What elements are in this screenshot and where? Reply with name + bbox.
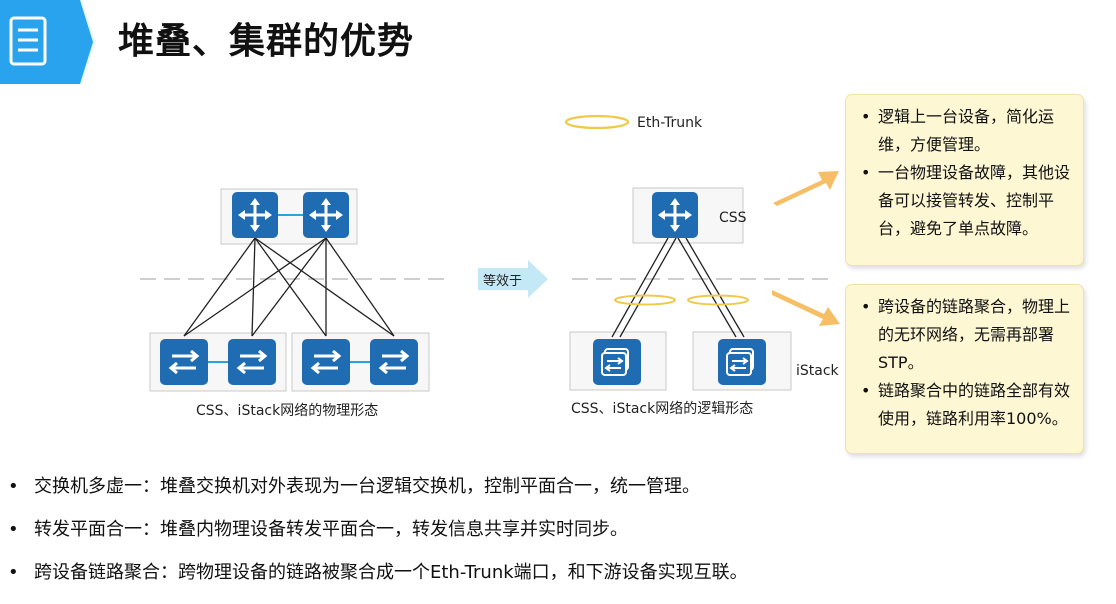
advantage-list: 交换机多虚一：堆叠交换机对外表现为一台逻辑交换机，控制平面合一，统一管理。 转发… [0, 472, 1116, 601]
istack-switch-icon [592, 338, 642, 386]
access-switch-icon [226, 337, 278, 387]
css-label: CSS [719, 210, 747, 226]
list-item: 跨设备链路聚合：跨物理设备的链路被聚合成一个Eth-Trunk端口，和下游设备实… [0, 558, 1116, 601]
access-switch-icon [158, 337, 210, 387]
list-item: 转发平面合一：堆叠内物理设备转发平面合一，转发信息共享并实时同步。 [0, 515, 1116, 558]
callout-benefits-link: 跨设备的链路聚合，物理上的无环网络，无需再部署STP。 链路聚合中的链路全部有效… [845, 284, 1084, 454]
core-router-icon [230, 190, 280, 240]
callout-item: 一台物理设备故障，其他设备可以接管转发、控制平台，避免了单点故障。 [856, 159, 1073, 243]
equivalent-label: 等效于 [483, 274, 523, 289]
eth-trunk-ring [687, 294, 749, 306]
physical-caption: CSS、iStack网络的物理形态 [196, 403, 379, 419]
physical-links [183, 237, 395, 337]
access-switch-icon [368, 337, 420, 387]
page-title: 堆叠、集群的优势 [118, 21, 415, 62]
callout-benefits-logical: 逻辑上一台设备，简化运维，方便管理。 一台物理设备故障，其他设备可以接管转发、控… [845, 94, 1084, 266]
logical-links [611, 237, 745, 338]
callout-arrow-icon [772, 290, 840, 326]
legend-ring-icon [564, 114, 630, 130]
access-switch-icon [300, 337, 352, 387]
istack-switch-icon [717, 338, 767, 386]
callout-arrow-icon [773, 171, 839, 206]
legend-label: Eth-Trunk [637, 115, 703, 131]
css-router-icon [650, 190, 700, 240]
istack-label: iStack [796, 363, 839, 379]
logical-caption: CSS、iStack网络的逻辑形态 [571, 401, 754, 417]
list-item: 交换机多虚一：堆叠交换机对外表现为一台逻辑交换机，控制平面合一，统一管理。 [0, 472, 1116, 515]
callout-item: 链路聚合中的链路全部有效使用，链路利用率100%。 [856, 377, 1073, 433]
callout-item: 逻辑上一台设备，简化运维，方便管理。 [856, 103, 1073, 159]
core-router-icon [301, 190, 351, 240]
callout-item: 跨设备的链路聚合，物理上的无环网络，无需再部署STP。 [856, 293, 1073, 377]
eth-trunk-ring [614, 294, 676, 306]
header-band [0, 0, 100, 84]
